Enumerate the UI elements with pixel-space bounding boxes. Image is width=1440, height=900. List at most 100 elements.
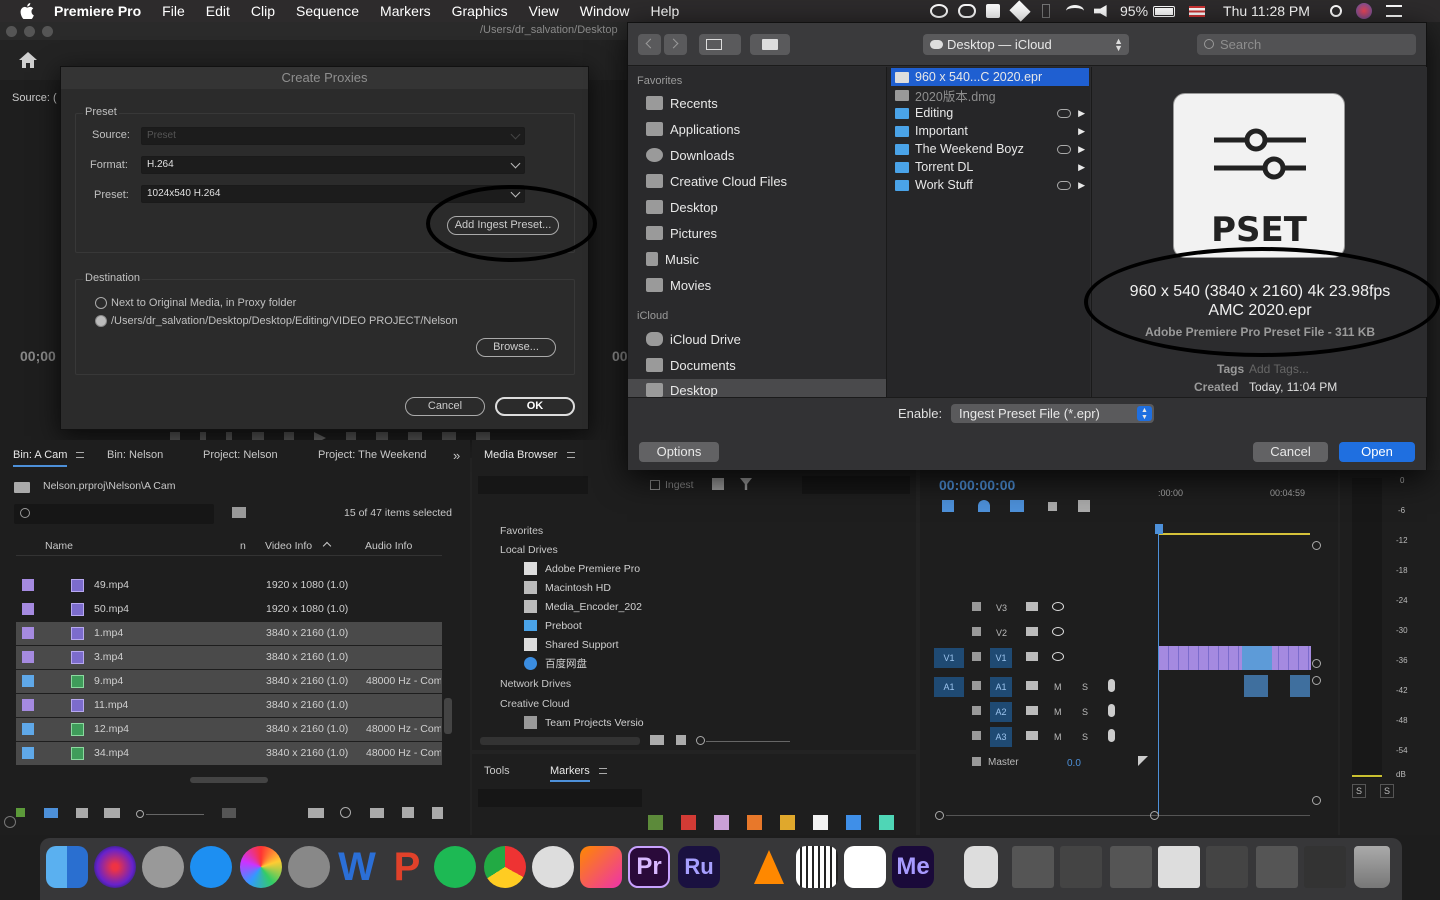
ok-button[interactable]: OK (495, 397, 575, 416)
track-label[interactable]: V2 (996, 628, 1007, 638)
lock-icon[interactable] (972, 706, 981, 715)
media-search-input[interactable] (802, 476, 910, 494)
menu-help[interactable]: Help (651, 3, 680, 19)
list-item[interactable]: Preboot (524, 616, 689, 635)
playhead-handle[interactable] (1155, 524, 1163, 534)
sync-lock-icon[interactable] (1026, 627, 1038, 636)
sort-icons-icon[interactable] (222, 808, 236, 818)
creative-cloud-dock-icon[interactable] (580, 846, 622, 888)
media-encoder-dock-icon[interactable]: Me (892, 846, 934, 888)
solo-right-button[interactable]: S (1380, 784, 1394, 798)
bin-search-input[interactable] (14, 504, 214, 524)
trash-dock-icon[interactable] (1354, 846, 1390, 888)
apple-logo-icon[interactable] (20, 3, 34, 19)
icon-view-icon[interactable] (76, 808, 88, 818)
enable-filter-select[interactable]: Ingest Preset File (*.epr) ▲ ▼ (951, 404, 1154, 423)
list-item[interactable]: Team Projects Versio (524, 713, 689, 732)
trash-icon[interactable] (432, 807, 443, 819)
powerpoint-dock-icon[interactable]: P (386, 846, 428, 888)
more-tabs-icon[interactable]: » (453, 448, 460, 463)
bluetooth-icon[interactable] (1042, 4, 1050, 18)
volume-icon[interactable] (1094, 5, 1107, 17)
source-patch-a1[interactable]: A1 (934, 677, 964, 697)
col-n[interactable]: n (240, 540, 246, 552)
system-preferences-dock-icon[interactable] (288, 846, 330, 888)
folder-row[interactable]: Torrent DL ▶ (891, 158, 1089, 176)
go-to-end-icon[interactable] (1138, 756, 1148, 766)
piano-app-dock-icon[interactable] (796, 846, 838, 888)
horizontal-scrollbar[interactable] (190, 777, 268, 783)
video-clips-v1[interactable] (1159, 646, 1311, 670)
marker-color-white[interactable] (813, 815, 828, 830)
list-item[interactable]: Shared Support (524, 635, 689, 654)
zoom-slider-handle[interactable] (696, 736, 705, 745)
mute-button[interactable]: M (1054, 732, 1062, 742)
tab-tools[interactable]: Tools (484, 765, 510, 777)
launchpad-dock-icon[interactable] (142, 846, 184, 888)
vertical-zoom-handle[interactable] (1312, 796, 1321, 805)
microphone-icon[interactable] (1108, 729, 1115, 742)
audio-clip[interactable] (1244, 675, 1268, 697)
wifi-icon[interactable] (1066, 5, 1084, 17)
finder-dock-icon[interactable] (46, 846, 88, 888)
minimized-window-dock-icon[interactable] (1158, 846, 1200, 888)
sync-lock-icon[interactable] (1026, 602, 1038, 611)
mb-local-drives[interactable]: Local Drives (500, 544, 558, 556)
tab-project-nelson[interactable]: Project: Nelson (203, 449, 278, 461)
list-item[interactable]: Adobe Premiere Pro (524, 559, 689, 578)
close-window-button[interactable] (6, 26, 17, 37)
marker-color-rose[interactable] (714, 815, 729, 830)
folder-row[interactable]: Editing ▶ (891, 104, 1089, 122)
word-dock-icon[interactable]: W (336, 846, 378, 888)
microphone-icon[interactable] (1108, 679, 1115, 692)
marker-color-cyan[interactable] (879, 815, 894, 830)
new-search-bin-icon[interactable] (232, 507, 246, 518)
sidebar-item-desktop[interactable]: Desktop (646, 196, 878, 218)
markers-search-input[interactable] (478, 789, 642, 807)
marker-color-orange[interactable] (747, 815, 762, 830)
minimized-window-dock-icon[interactable] (1256, 846, 1298, 888)
view-mode-button[interactable] (699, 34, 741, 55)
list-item[interactable]: Macintosh HD (524, 578, 689, 597)
track-label[interactable]: V1 (990, 648, 1012, 668)
tab-project-the-weekend[interactable]: Project: The Weekend (318, 449, 426, 461)
zoom-slider-handle[interactable] (136, 810, 144, 818)
browse-button[interactable]: Browse... (476, 338, 556, 357)
sidebar-item-icloud-desktop[interactable]: Desktop (628, 379, 886, 397)
work-area-bar[interactable] (1158, 533, 1310, 535)
sidebar-item-applications[interactable]: Applications (646, 118, 878, 140)
minimize-window-button[interactable] (24, 26, 35, 37)
linked-selection-icon[interactable] (1010, 500, 1024, 512)
icloud-download-icon[interactable] (1057, 180, 1071, 190)
marker-color-yellow[interactable] (780, 815, 795, 830)
col-video-info[interactable]: Video Info (265, 540, 312, 552)
back-button[interactable] (638, 34, 661, 55)
table-row[interactable]: 1.mp4 3840 x 2160 (1.0) (16, 622, 442, 645)
list-item[interactable]: 百度网盘 (524, 654, 689, 673)
progress-indicator-icon[interactable] (4, 816, 16, 828)
menu-window[interactable]: Window (580, 3, 630, 19)
program-timecode[interactable]: 00 (612, 348, 628, 364)
minimized-window-dock-icon[interactable] (1206, 846, 1248, 888)
vertical-zoom-handle[interactable] (1312, 676, 1321, 685)
minimized-window-dock-icon[interactable] (1110, 846, 1152, 888)
lock-icon[interactable] (972, 627, 981, 636)
chrome-dock-icon[interactable] (484, 846, 526, 888)
track-label[interactable]: A1 (990, 677, 1012, 697)
spotlight-search-icon[interactable] (1329, 5, 1342, 17)
eye-icon[interactable] (1052, 602, 1064, 611)
source-patch-v1[interactable]: V1 (934, 648, 964, 668)
siri-icon[interactable] (1355, 3, 1372, 19)
timeline-settings-icon[interactable] (1078, 500, 1090, 512)
panel-menu-icon[interactable] (599, 768, 607, 774)
table-row[interactable]: 34.mp4 3840 x 2160 (1.0) 48000 Hz - Com (16, 742, 442, 765)
premiere-rush-dock-icon[interactable]: Ru (678, 846, 720, 888)
table-row[interactable]: 12.mp4 3840 x 2160 (1.0) 48000 Hz - Com (16, 718, 442, 741)
radio-next-to-original[interactable] (95, 297, 107, 309)
tab-bin-nelson[interactable]: Bin: Nelson (107, 449, 163, 461)
sync-lock-icon[interactable] (1026, 706, 1038, 715)
eye-icon[interactable] (1052, 652, 1064, 661)
cancel-button[interactable]: Cancel (405, 397, 485, 416)
horizontal-scrollbar[interactable] (480, 737, 640, 745)
lock-icon[interactable] (972, 652, 981, 661)
